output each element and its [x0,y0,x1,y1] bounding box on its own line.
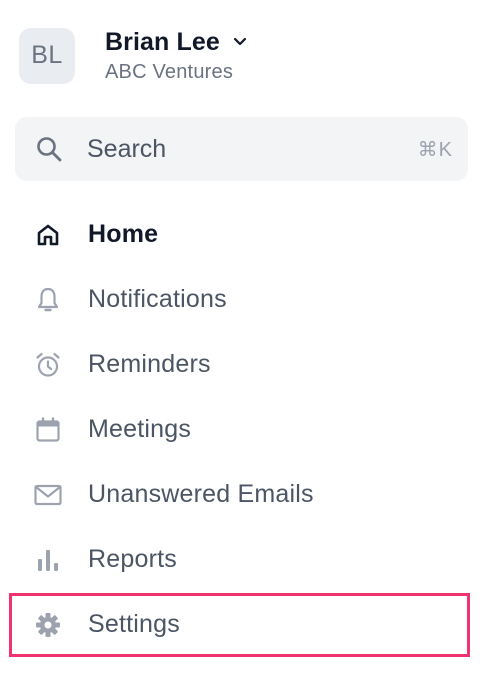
nav-label-settings: Settings [88,610,180,638]
account-organization: ABC Ventures [105,61,234,83]
chevron-down-icon[interactable] [232,34,248,50]
main-nav: Home Notifications Reminders Meetings Un… [15,202,470,657]
account-info: Brian Lee ABC Ventures [105,27,248,84]
home-icon [33,220,63,250]
nav-item-notifications[interactable]: Notifications [15,267,470,332]
nav-item-meetings[interactable]: Meetings [15,397,470,462]
calendar-icon [33,415,63,445]
bar-chart-icon [33,545,63,575]
search-shortcut: ⌘K [417,138,453,161]
alarm-clock-icon [33,350,63,380]
nav-label-home: Home [88,220,159,248]
nav-item-home[interactable]: Home [15,202,470,267]
search-placeholder: Search [87,134,167,163]
account-switcher[interactable]: BL Brian Lee ABC Ventures [19,27,248,84]
nav-item-settings[interactable]: Settings [15,592,470,657]
nav-label-unanswered-emails: Unanswered Emails [88,480,314,508]
search-input[interactable]: Search ⌘K [15,117,468,181]
search-icon [35,135,63,163]
avatar: BL [19,27,75,84]
envelope-icon [33,480,63,510]
nav-item-reports[interactable]: Reports [15,527,470,592]
sidebar: BL Brian Lee ABC Ventures Search ⌘K Home… [0,0,486,680]
nav-label-meetings: Meetings [88,415,192,443]
account-name: Brian Lee [105,27,220,56]
gear-icon [33,610,63,640]
nav-item-unanswered-emails[interactable]: Unanswered Emails [15,462,470,527]
nav-label-reports: Reports [88,545,177,573]
nav-label-reminders: Reminders [88,350,211,378]
bell-icon [33,285,63,315]
nav-label-notifications: Notifications [88,285,227,313]
account-name-row: Brian Lee [105,27,248,57]
nav-item-reminders[interactable]: Reminders [15,332,470,397]
